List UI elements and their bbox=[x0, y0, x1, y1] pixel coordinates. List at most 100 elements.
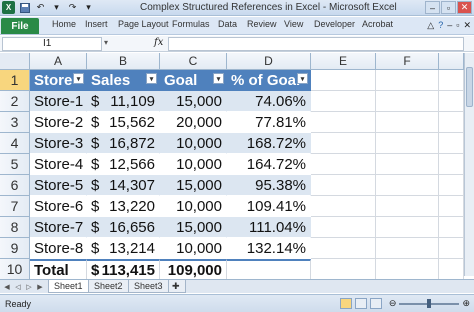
tab-insert[interactable]: Insert bbox=[85, 19, 108, 29]
pct-goal-cell[interactable]: 132.14% bbox=[227, 238, 311, 259]
window-minimize-icon[interactable]: – bbox=[447, 20, 452, 31]
empty-cell[interactable] bbox=[376, 133, 439, 154]
empty-cell[interactable] bbox=[376, 196, 439, 217]
window-restore-icon[interactable]: ▫ bbox=[456, 20, 459, 31]
total-sales-cell[interactable]: $113,415 bbox=[87, 259, 160, 280]
empty-cell[interactable] bbox=[311, 238, 376, 259]
name-box-dropdown-icon[interactable]: ▾ bbox=[104, 38, 108, 47]
total-label-cell[interactable]: Total bbox=[30, 259, 87, 280]
empty-cell[interactable] bbox=[376, 112, 439, 133]
sales-cell[interactable]: $12,566 bbox=[87, 154, 160, 175]
undo-icon[interactable]: ↶ bbox=[34, 1, 47, 14]
total-goal-cell[interactable]: 109,000 bbox=[160, 259, 227, 280]
zoom-out-icon[interactable]: ⊖ bbox=[389, 298, 397, 309]
row-header-5[interactable]: 5 bbox=[0, 154, 30, 175]
page-layout-view-icon[interactable] bbox=[354, 298, 367, 309]
total-pct-cell[interactable] bbox=[227, 259, 311, 280]
empty-cell[interactable] bbox=[311, 154, 376, 175]
empty-cell[interactable] bbox=[311, 70, 376, 91]
column-header-c[interactable]: C bbox=[160, 53, 227, 70]
close-icon[interactable]: ✕ bbox=[457, 1, 472, 14]
zoom-slider[interactable] bbox=[399, 298, 460, 308]
goal-cell[interactable]: 10,000 bbox=[160, 133, 227, 154]
pct-goal-cell[interactable]: 74.06% bbox=[227, 91, 311, 112]
row-header-9[interactable]: 9 bbox=[0, 238, 30, 259]
tab-formulas[interactable]: Formulas bbox=[172, 19, 210, 29]
goal-cell[interactable]: 10,000 bbox=[160, 154, 227, 175]
row-header-7[interactable]: 7 bbox=[0, 196, 30, 217]
row-header-4[interactable]: 4 bbox=[0, 133, 30, 154]
pct-goal-cell[interactable]: 77.81% bbox=[227, 112, 311, 133]
goal-cell[interactable]: 15,000 bbox=[160, 91, 227, 112]
column-header-d[interactable]: D bbox=[227, 53, 311, 70]
sheet-tab-sheet3[interactable]: Sheet3 bbox=[128, 280, 169, 293]
help-icon[interactable]: ? bbox=[438, 20, 443, 31]
vertical-scrollbar[interactable] bbox=[464, 53, 474, 276]
store-cell[interactable]: Store-2 bbox=[30, 112, 87, 133]
empty-cell[interactable] bbox=[376, 154, 439, 175]
goal-cell[interactable]: 10,000 bbox=[160, 238, 227, 259]
pct-goal-cell[interactable]: 168.72% bbox=[227, 133, 311, 154]
empty-cell[interactable] bbox=[439, 259, 464, 280]
table-header-sales[interactable]: Sales ▾ bbox=[87, 70, 160, 91]
select-all-corner[interactable] bbox=[0, 53, 30, 70]
empty-cell[interactable] bbox=[439, 196, 464, 217]
column-header-g[interactable] bbox=[439, 53, 464, 70]
prev-sheet-icon[interactable]: ◁ bbox=[13, 281, 23, 292]
empty-cell[interactable] bbox=[311, 217, 376, 238]
empty-cell[interactable] bbox=[376, 259, 439, 280]
goal-cell[interactable]: 10,000 bbox=[160, 196, 227, 217]
table-header-goal[interactable]: Goal ▾ bbox=[160, 70, 227, 91]
column-header-e[interactable]: E bbox=[311, 53, 376, 70]
minimize-ribbon-icon[interactable]: △ bbox=[427, 20, 434, 31]
empty-cell[interactable] bbox=[376, 91, 439, 112]
sheet-tab-sheet1[interactable]: Sheet1 bbox=[48, 280, 89, 293]
empty-cell[interactable] bbox=[439, 217, 464, 238]
empty-cell[interactable] bbox=[311, 259, 376, 280]
formula-input[interactable] bbox=[168, 37, 464, 51]
empty-cell[interactable] bbox=[439, 154, 464, 175]
last-sheet-icon[interactable]: ▶ bbox=[35, 281, 45, 292]
page-break-view-icon[interactable] bbox=[369, 298, 382, 309]
empty-cell[interactable] bbox=[439, 133, 464, 154]
store-cell[interactable]: Store-7 bbox=[30, 217, 87, 238]
first-sheet-icon[interactable]: ◀ bbox=[2, 281, 12, 292]
tab-file[interactable]: File bbox=[1, 18, 39, 34]
column-header-a[interactable]: A bbox=[30, 53, 87, 70]
sales-cell[interactable]: $13,214 bbox=[87, 238, 160, 259]
table-header-pct-goal[interactable]: % of Goal ▾ bbox=[227, 70, 311, 91]
pct-goal-cell[interactable]: 164.72% bbox=[227, 154, 311, 175]
empty-cell[interactable] bbox=[376, 70, 439, 91]
tab-acrobat[interactable]: Acrobat bbox=[362, 19, 393, 29]
customize-toolbar-icon[interactable]: ▾ bbox=[82, 1, 95, 14]
insert-sheet-icon[interactable]: ✚ bbox=[168, 280, 186, 293]
filter-dropdown-icon[interactable]: ▾ bbox=[73, 73, 84, 84]
store-cell[interactable]: Store-3 bbox=[30, 133, 87, 154]
insert-function-icon[interactable]: fx bbox=[154, 37, 163, 48]
empty-cell[interactable] bbox=[311, 175, 376, 196]
name-box[interactable]: I1 bbox=[2, 37, 102, 51]
empty-cell[interactable] bbox=[311, 196, 376, 217]
sales-cell[interactable]: $15,562 bbox=[87, 112, 160, 133]
table-header-store[interactable]: Store ▾ bbox=[30, 70, 87, 91]
scrollbar-thumb[interactable] bbox=[466, 67, 473, 107]
maximize-icon[interactable]: ▫ bbox=[441, 1, 456, 14]
pct-goal-cell[interactable]: 109.41% bbox=[227, 196, 311, 217]
store-cell[interactable]: Store-4 bbox=[30, 154, 87, 175]
zoom-slider-knob[interactable] bbox=[427, 298, 432, 308]
undo-dropdown-icon[interactable]: ▾ bbox=[50, 1, 63, 14]
empty-cell[interactable] bbox=[439, 175, 464, 196]
row-header-8[interactable]: 8 bbox=[0, 217, 30, 238]
filter-dropdown-icon[interactable]: ▾ bbox=[213, 73, 224, 84]
next-sheet-icon[interactable]: ▷ bbox=[24, 281, 34, 292]
sales-cell[interactable]: $14,307 bbox=[87, 175, 160, 196]
row-header-10[interactable]: 10 bbox=[0, 259, 30, 280]
empty-cell[interactable] bbox=[439, 238, 464, 259]
store-cell[interactable]: Store-6 bbox=[30, 196, 87, 217]
empty-cell[interactable] bbox=[439, 70, 464, 91]
normal-view-icon[interactable] bbox=[339, 298, 352, 309]
empty-cell[interactable] bbox=[376, 238, 439, 259]
row-header-3[interactable]: 3 bbox=[0, 112, 30, 133]
empty-cell[interactable] bbox=[311, 133, 376, 154]
store-cell[interactable]: Store-8 bbox=[30, 238, 87, 259]
